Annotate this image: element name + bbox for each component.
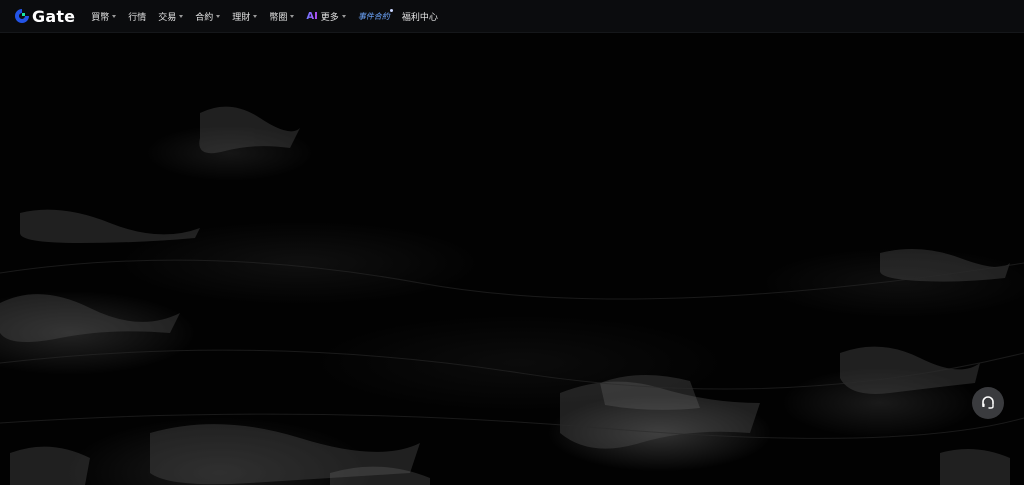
nav-item-futures[interactable]: 合約	[195, 0, 221, 32]
hero-texture	[0, 106, 1024, 485]
caret-down-icon	[253, 15, 258, 18]
headset-icon	[982, 396, 994, 409]
nav-label: 合約	[195, 12, 214, 23]
nav-item-earn[interactable]: 理財	[232, 0, 258, 32]
nav-label: 更多	[320, 12, 339, 23]
caret-down-icon	[290, 15, 295, 18]
nav-item-coin-circle[interactable]: 幣圈	[269, 0, 295, 32]
nav-label: 福利中心	[401, 12, 438, 23]
main-nav: 買幣 行情 交易 合約 理財 幣圈 AI 更多 事件合約 福利中心	[85, 0, 444, 32]
nav-label: 交易	[158, 12, 177, 23]
nav-label: 事件合約	[357, 11, 390, 21]
nav-item-event-futures[interactable]: 事件合約	[357, 0, 393, 32]
nav-label: 幣圈	[269, 12, 288, 23]
caret-down-icon	[341, 15, 346, 18]
ai-icon: AI	[306, 10, 318, 22]
nav-item-trade[interactable]: 交易	[158, 0, 184, 32]
nav-item-markets[interactable]: 行情	[128, 0, 146, 32]
page: Gate 買幣 行情 交易 合約 理財 幣圈 AI 更多 事件合約 福利中心	[0, 0, 1024, 485]
caret-down-icon	[216, 15, 221, 18]
nav-item-buy-crypto[interactable]: 買幣	[91, 0, 117, 32]
customer-support-button[interactable]	[972, 387, 1004, 419]
nav-label: 買幣	[91, 12, 110, 23]
gate-logo[interactable]: Gate	[14, 0, 75, 32]
nav-item-rewards-hub[interactable]: 福利中心	[402, 0, 438, 32]
top-nav-bar: Gate 買幣 行情 交易 合約 理財 幣圈 AI 更多 事件合約 福利中心	[0, 0, 1024, 33]
nav-label: 理財	[232, 12, 251, 23]
hero-background-image	[0, 33, 1024, 485]
new-indicator-dot	[389, 9, 393, 12]
nav-item-more[interactable]: AI 更多	[306, 0, 346, 32]
caret-down-icon	[179, 15, 184, 18]
gate-logo-icon	[15, 9, 29, 23]
caret-down-icon	[112, 15, 117, 18]
nav-label: 行情	[128, 12, 147, 23]
brand-name: Gate	[32, 6, 76, 26]
